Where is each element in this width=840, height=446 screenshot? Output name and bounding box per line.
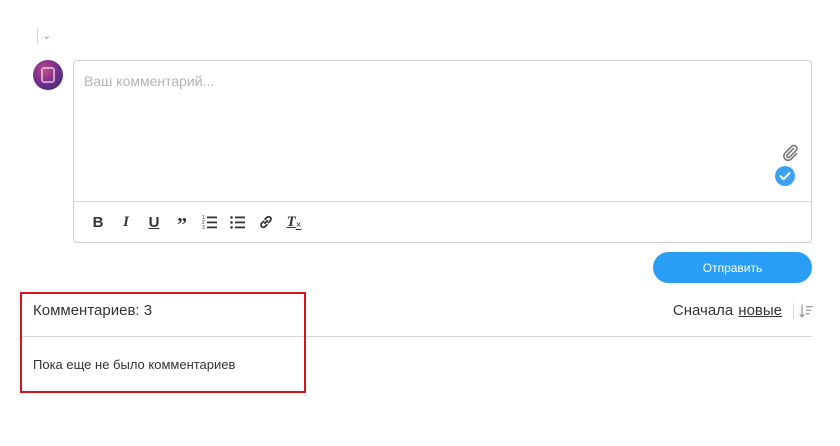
send-button[interactable]: Отправить bbox=[653, 252, 812, 283]
format-toolbar: B I U ” 1 2 3 T × bbox=[74, 201, 811, 242]
bold-button[interactable]: B bbox=[84, 208, 112, 236]
sort-icon[interactable] bbox=[799, 303, 813, 318]
avatar-image bbox=[41, 67, 55, 83]
ordered-list-icon: 1 2 3 bbox=[202, 215, 217, 230]
chevron-down-icon[interactable]: ⌄ bbox=[42, 28, 51, 44]
sort-divider bbox=[793, 302, 794, 319]
clear-format-button[interactable]: T × bbox=[280, 208, 308, 236]
comments-header: Комментариев: 3 Сначала новые bbox=[33, 302, 813, 322]
comment-editor: B I U ” 1 2 3 bbox=[73, 60, 812, 243]
sort-order-link[interactable]: новые bbox=[738, 302, 782, 319]
link-button[interactable] bbox=[252, 208, 280, 236]
clear-x-icon: × bbox=[295, 219, 302, 231]
link-icon bbox=[260, 215, 272, 229]
bullet-list-icon bbox=[230, 216, 245, 229]
comments-count: Комментариев: 3 bbox=[33, 302, 153, 319]
checkmark-icon[interactable] bbox=[775, 166, 795, 186]
svg-text:3: 3 bbox=[202, 225, 205, 230]
sort-label: Сначала bbox=[672, 302, 734, 319]
italic-button[interactable]: I bbox=[112, 208, 140, 236]
quote-button[interactable]: ” bbox=[168, 208, 196, 236]
bullet-list-button[interactable] bbox=[224, 208, 252, 236]
underline-button[interactable]: U bbox=[140, 208, 168, 236]
toggle-divider bbox=[37, 28, 38, 44]
collapse-toggle[interactable]: ⌄ bbox=[37, 28, 51, 44]
sort-control: Сначала новые bbox=[673, 302, 813, 319]
ordered-list-button[interactable]: 1 2 3 bbox=[196, 208, 224, 236]
empty-comments-message: Пока еще не было комментариев bbox=[33, 357, 236, 372]
comments-page: ⌄ B I U ” 1 2 3 bbox=[0, 0, 840, 446]
comment-input[interactable] bbox=[74, 61, 811, 201]
comments-divider bbox=[20, 336, 812, 337]
paperclip-icon[interactable] bbox=[781, 143, 799, 162]
clear-format-label: T bbox=[286, 213, 296, 230]
avatar bbox=[33, 60, 63, 90]
